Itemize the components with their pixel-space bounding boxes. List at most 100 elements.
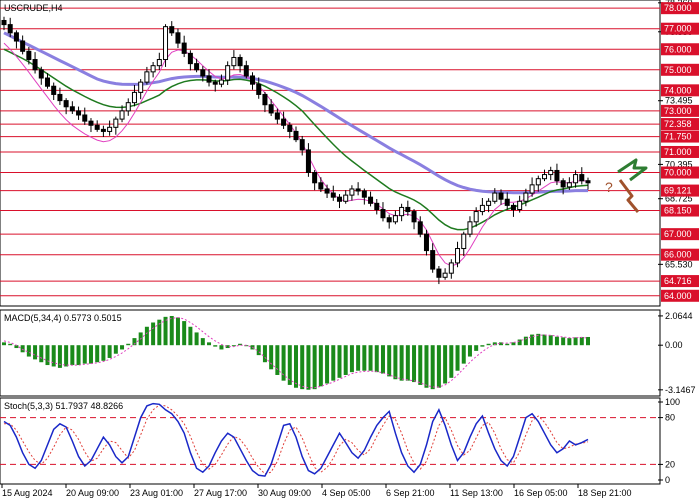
macd-bar bbox=[213, 345, 218, 347]
macd-bar bbox=[88, 345, 93, 364]
macd-bar bbox=[380, 345, 385, 374]
macd-bar bbox=[306, 345, 311, 390]
candle-body bbox=[417, 221, 423, 235]
macd-bar bbox=[200, 338, 205, 346]
candle-body bbox=[281, 118, 287, 126]
candle-body bbox=[20, 40, 26, 52]
candle-body bbox=[442, 272, 448, 278]
macd-bar bbox=[26, 345, 31, 357]
candle-body bbox=[225, 65, 231, 81]
candle-body bbox=[156, 59, 162, 67]
candle-body bbox=[517, 200, 523, 210]
time-tick-label: 4 Sep 05:00 bbox=[322, 488, 371, 498]
macd-bar bbox=[163, 316, 168, 346]
candle-body bbox=[361, 190, 367, 198]
macd-bar bbox=[101, 345, 106, 361]
candle-body bbox=[26, 50, 32, 61]
candle-body bbox=[32, 59, 38, 71]
level-label: 78.000 bbox=[664, 3, 692, 13]
macd-bar bbox=[231, 345, 236, 347]
chart-canvas: 78.26076.85073.49570.39568.72565.530 78.… bbox=[0, 0, 699, 498]
macd-bar bbox=[325, 345, 330, 384]
macd-bar bbox=[281, 345, 286, 381]
macd-bar bbox=[393, 345, 398, 380]
macd-bar bbox=[169, 315, 174, 346]
macd-bar bbox=[269, 345, 274, 370]
macd-bar bbox=[436, 345, 441, 388]
level-label: 69.121 bbox=[664, 186, 692, 196]
macd-bar bbox=[511, 342, 516, 346]
level-label: 70.000 bbox=[664, 168, 692, 178]
candle-body bbox=[312, 172, 318, 184]
candle-body bbox=[107, 126, 113, 132]
macd-bar bbox=[412, 345, 417, 383]
candle-body bbox=[113, 118, 119, 128]
macd-bar bbox=[554, 336, 559, 346]
time-tick-label: 23 Aug 01:00 bbox=[130, 488, 183, 498]
macd-bar bbox=[20, 345, 25, 353]
time-tick-label: 20 Aug 09:00 bbox=[66, 488, 119, 498]
candle-body bbox=[187, 52, 193, 65]
macd-bar bbox=[362, 345, 367, 371]
level-label: 71.750 bbox=[664, 132, 692, 142]
candle-body bbox=[330, 192, 336, 198]
macd-bar bbox=[461, 345, 466, 364]
candle-body bbox=[343, 194, 349, 202]
price-tick-label: 73.495 bbox=[665, 96, 693, 106]
candle-body bbox=[256, 83, 262, 95]
macd-bar bbox=[318, 345, 323, 387]
level-label: 72.358 bbox=[664, 119, 692, 129]
candle-body bbox=[274, 112, 280, 120]
macd-bar bbox=[144, 326, 149, 346]
macd-bar bbox=[64, 345, 69, 367]
macd-tick-label: 2.0644 bbox=[665, 311, 693, 321]
candle-body bbox=[63, 100, 69, 108]
candle-body bbox=[293, 130, 299, 141]
macd-bar bbox=[82, 345, 87, 364]
macd-bar bbox=[548, 335, 553, 346]
macd-bar bbox=[443, 345, 448, 384]
candle-body bbox=[212, 81, 218, 85]
stoch-tick-label: 80 bbox=[665, 413, 675, 423]
candle-body bbox=[163, 26, 169, 61]
candle-body bbox=[430, 250, 436, 270]
candle-body bbox=[94, 124, 100, 130]
candle-body bbox=[423, 233, 429, 252]
stoch-scale: 100 80 20 0 bbox=[658, 397, 680, 485]
macd-bar bbox=[343, 345, 348, 375]
chart-symbol: USCRUDE,H4 bbox=[4, 3, 63, 13]
macd-bar bbox=[300, 345, 305, 390]
price-tick-label: 65.530 bbox=[665, 259, 693, 269]
candle-body bbox=[100, 128, 106, 132]
candle-body bbox=[125, 102, 131, 112]
macd-tick-label: -3.1467 bbox=[665, 385, 696, 395]
candle-body bbox=[448, 262, 454, 274]
candle-body bbox=[206, 75, 212, 83]
candle-body bbox=[200, 69, 206, 77]
level-label: 66.000 bbox=[664, 250, 692, 260]
candle-body bbox=[498, 192, 504, 200]
candle-body bbox=[355, 188, 361, 192]
macd-bar bbox=[573, 337, 578, 346]
candle-body bbox=[560, 180, 566, 188]
candle-body bbox=[405, 206, 411, 213]
macd-tick-label: 0.00 bbox=[665, 340, 683, 350]
level-label: 75.000 bbox=[664, 65, 692, 75]
level-label: 74.000 bbox=[664, 85, 692, 95]
macd-bar bbox=[45, 345, 50, 366]
level-label: 71.000 bbox=[664, 147, 692, 157]
time-tick-label: 30 Aug 09:00 bbox=[258, 488, 311, 498]
macd-bar bbox=[586, 336, 590, 346]
time-tick-label: 27 Aug 17:00 bbox=[194, 488, 247, 498]
candle-body bbox=[399, 206, 405, 217]
stoch-tick-label: 100 bbox=[665, 397, 680, 407]
macd-bar bbox=[337, 345, 342, 378]
candle-body bbox=[349, 188, 355, 196]
macd-bar bbox=[399, 345, 404, 381]
candle-body bbox=[548, 169, 554, 176]
macd-bar bbox=[356, 345, 361, 371]
level-label: 73.000 bbox=[664, 106, 692, 116]
level-label: 76.000 bbox=[664, 44, 692, 54]
candle-body bbox=[455, 248, 461, 264]
macd-bar bbox=[107, 345, 112, 358]
